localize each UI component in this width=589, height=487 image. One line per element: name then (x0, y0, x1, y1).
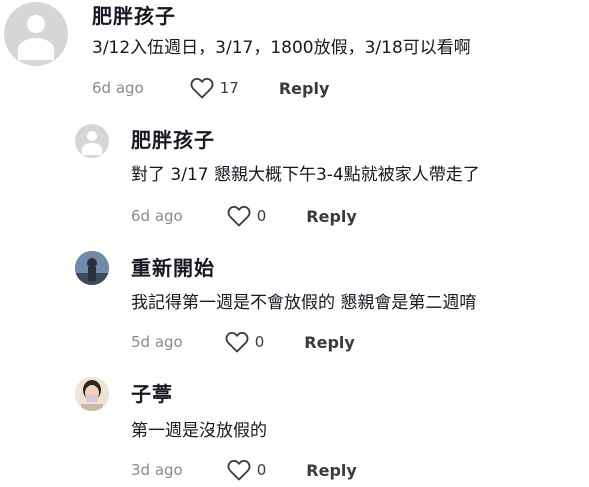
like-count: 17 (219, 79, 239, 97)
comment-date: 6d ago (92, 79, 144, 97)
comment-item: 肥胖孩子 3/12入伍週日，3/17，1800放假，3/18可以看啊 6d ag… (0, 0, 589, 110)
comment-username[interactable]: 肥胖孩子 (131, 128, 215, 152)
like-count: 0 (254, 333, 265, 351)
comment-username[interactable]: 重新開始 (131, 256, 215, 280)
heart-icon (225, 332, 249, 353)
comment-username[interactable]: 肥胖孩子 (92, 4, 176, 28)
comment-text: 對了 3/17 懇親大概下午3-4點就被家人帶走了 (131, 165, 480, 185)
comment-meta: 6d ago 0 Reply (131, 204, 357, 228)
comment-date: 6d ago (131, 207, 183, 225)
reply-comment-item: 肥胖孩子 對了 3/17 懇親大概下午3-4點就被家人帶走了 6d ago 0 … (0, 118, 589, 228)
comment-text: 第一週是沒放假的 (131, 421, 267, 441)
reply-button[interactable]: Reply (306, 207, 357, 226)
comment-meta: 6d ago 17 Reply (92, 76, 329, 100)
reply-comment-item: 子葶 第一週是沒放假的 3d ago 0 Reply (0, 372, 589, 482)
comment-username[interactable]: 子葶 (131, 382, 173, 406)
like-count: 0 (256, 461, 267, 479)
like-button[interactable]: 0 (227, 205, 267, 227)
reply-button[interactable]: Reply (279, 79, 330, 98)
heart-icon (190, 78, 214, 99)
like-button[interactable]: 0 (225, 331, 265, 353)
comment-text: 3/12入伍週日，3/17，1800放假，3/18可以看啊 (92, 38, 471, 58)
like-button[interactable]: 17 (190, 77, 239, 99)
photo-avatar-icon[interactable] (75, 251, 109, 285)
heart-icon (227, 206, 251, 227)
reply-button[interactable]: Reply (304, 333, 355, 352)
like-button[interactable]: 0 (227, 459, 267, 481)
heart-icon (227, 460, 251, 481)
comment-meta: 3d ago 0 Reply (131, 458, 357, 482)
default-avatar-icon[interactable] (75, 124, 109, 158)
comment-meta: 5d ago 0 Reply (131, 330, 355, 354)
default-avatar-icon[interactable] (4, 2, 68, 66)
reply-button[interactable]: Reply (306, 461, 357, 480)
like-count: 0 (256, 207, 267, 225)
comment-date: 5d ago (131, 333, 183, 351)
photo-avatar-icon[interactable] (75, 377, 109, 411)
reply-comment-item: 重新開始 我記得第一週是不會放假的 懇親會是第二週唷 5d ago 0 Repl… (0, 246, 589, 356)
comment-text: 我記得第一週是不會放假的 懇親會是第二週唷 (131, 293, 477, 313)
comment-date: 3d ago (131, 461, 183, 479)
